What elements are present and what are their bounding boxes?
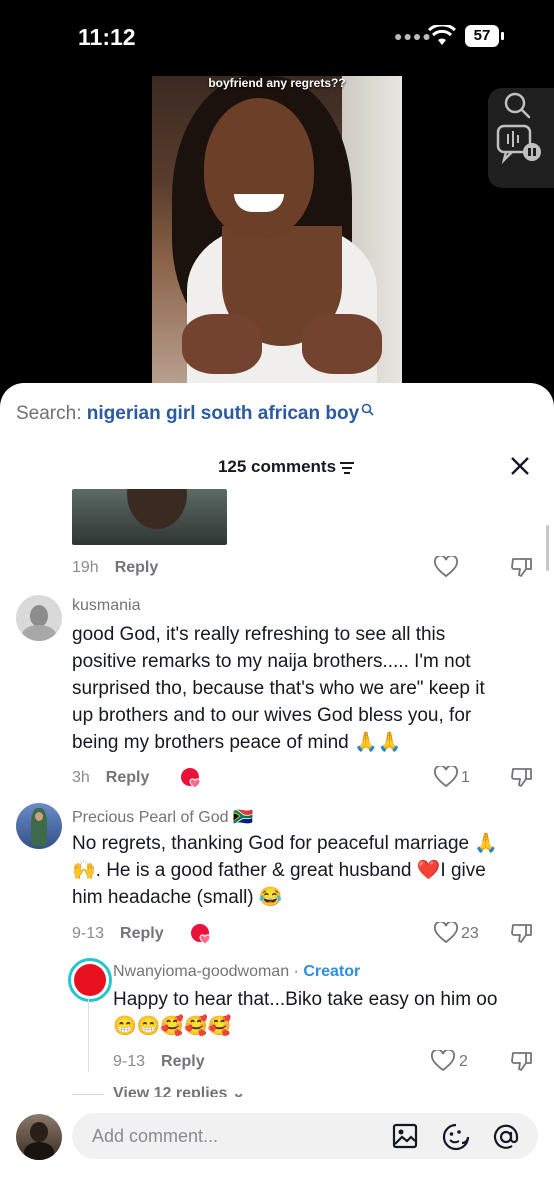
- search-query-link[interactable]: nigerian girl south african boy: [87, 403, 359, 424]
- comment-text: No regrets, thanking God for peaceful ma…: [72, 830, 498, 911]
- comment-username[interactable]: Precious Pearl of God 🇿🇦: [72, 807, 253, 827]
- battery-indicator: 57: [465, 25, 499, 47]
- mention-icon[interactable]: [492, 1123, 520, 1151]
- voice-search-icon[interactable]: [496, 124, 544, 164]
- dislike-icon[interactable]: [510, 766, 534, 788]
- comment-image-subject: [127, 489, 187, 529]
- comment-line: being my brothers peace of mind 🙏🙏: [72, 732, 402, 753]
- comment-line: No regrets, thanking God for peaceful ma…: [72, 833, 499, 854]
- creator-badge: Creator: [303, 963, 361, 980]
- comment-time: 9-13: [72, 925, 105, 942]
- wifi-icon: [428, 25, 456, 45]
- like-count: 1: [461, 769, 470, 786]
- like-heart-icon[interactable]: [434, 922, 458, 944]
- user-avatar-head: [30, 1122, 48, 1142]
- avatar-body: [22, 625, 56, 641]
- reply-line: 😁😁🥰🥰🥰: [113, 1016, 232, 1037]
- reply-button[interactable]: Reply: [106, 769, 150, 786]
- search-suggestion[interactable]: Search: nigerian girl south african boy: [16, 403, 375, 425]
- comment-time: 19h: [72, 559, 99, 576]
- reply-button[interactable]: Reply: [161, 1053, 205, 1070]
- comment-line: positive remarks to my naija brothers...…: [72, 651, 471, 672]
- comment-time: 3h: [72, 769, 90, 786]
- comment-meta: 9-13 Reply: [72, 925, 164, 943]
- video-caption: boyfriend any regrets??: [208, 76, 346, 90]
- dislike-icon[interactable]: [510, 556, 534, 578]
- reply-meta: 9-13 Reply: [113, 1053, 205, 1071]
- thread-line: [88, 997, 89, 1072]
- reply-username-row: Nwanyioma-goodwoman · Creator: [113, 963, 360, 981]
- search-icon: [361, 403, 374, 416]
- emoji-sticker-icon[interactable]: [442, 1123, 470, 1151]
- creator-liked-icon: [191, 924, 211, 945]
- avatar-head: [30, 605, 48, 627]
- comment-count: 125 comments: [217, 457, 337, 476]
- like-heart-icon[interactable]: [434, 766, 458, 788]
- comment-input-placeholder: Add comment...: [92, 1126, 219, 1146]
- creator-avatar-fill: [74, 964, 106, 996]
- sort-filter-icon[interactable]: [339, 461, 355, 475]
- video-face: [204, 98, 314, 238]
- like-heart-icon[interactable]: [431, 1050, 455, 1072]
- search-prefix: Search:: [16, 403, 87, 424]
- close-icon[interactable]: [509, 455, 531, 477]
- reply-username[interactable]: Nwanyioma-goodwoman: [113, 963, 289, 980]
- video-hand-left: [182, 314, 262, 374]
- avatar[interactable]: [16, 803, 62, 849]
- user-avatar-body: [24, 1142, 54, 1160]
- user-avatar[interactable]: [16, 1114, 62, 1160]
- comment-composer: Add comment...: [0, 1097, 554, 1200]
- status-bar: 11:12 ●●●● 57: [0, 0, 554, 76]
- like-count: 23: [461, 925, 479, 942]
- dislike-icon[interactable]: [510, 1050, 534, 1072]
- comment-input[interactable]: Add comment...: [72, 1113, 538, 1159]
- comment-image[interactable]: [72, 489, 227, 545]
- reply-text: Happy to hear that...Biko take easy on h…: [113, 986, 497, 1040]
- comment-text: good God, it's really refreshing to see …: [72, 621, 485, 756]
- reply-separator: ·: [289, 963, 304, 980]
- reply-button[interactable]: Reply: [115, 559, 159, 576]
- like-heart-icon[interactable]: [434, 556, 458, 578]
- view-replies-divider: [72, 1094, 104, 1095]
- status-time: 11:12: [78, 24, 136, 50]
- comment-line: up brothers and to our wives God bless y…: [72, 705, 472, 726]
- side-action-panel: [488, 88, 554, 188]
- comment-line: him headache (small) 😂: [72, 887, 283, 908]
- video-hand-right: [302, 314, 382, 374]
- signal-icon: ●●●●: [394, 28, 432, 44]
- dislike-icon[interactable]: [510, 922, 534, 944]
- reply-line: Happy to hear that...Biko take easy on h…: [113, 989, 498, 1010]
- reply-button[interactable]: Reply: [120, 925, 164, 942]
- comment-meta: 19h Reply: [72, 559, 158, 577]
- avatar-figure-face: [35, 812, 43, 821]
- comment-meta: 3h Reply: [72, 769, 149, 787]
- creator-liked-icon: [181, 768, 201, 789]
- search-icon[interactable]: [502, 90, 534, 122]
- image-icon[interactable]: [392, 1123, 418, 1149]
- video-player[interactable]: boyfriend any regrets??: [152, 76, 402, 384]
- like-count: 2: [459, 1053, 468, 1070]
- comments-header: 125 comments: [0, 453, 554, 483]
- battery-tip: [501, 32, 504, 40]
- reply-time: 9-13: [113, 1053, 146, 1070]
- comment-username[interactable]: kusmania: [72, 597, 140, 615]
- comments-sheet: Search: nigerian girl south african boy …: [0, 383, 554, 1200]
- creator-avatar[interactable]: [68, 958, 112, 1002]
- scrollbar[interactable]: [546, 525, 549, 571]
- comment-line: surprised tho, because that's who we are…: [72, 678, 485, 699]
- comment-line: 🙌. He is a good father & great husband ❤…: [72, 860, 486, 881]
- comment-line: good God, it's really refreshing to see …: [72, 624, 446, 645]
- avatar[interactable]: [16, 595, 62, 641]
